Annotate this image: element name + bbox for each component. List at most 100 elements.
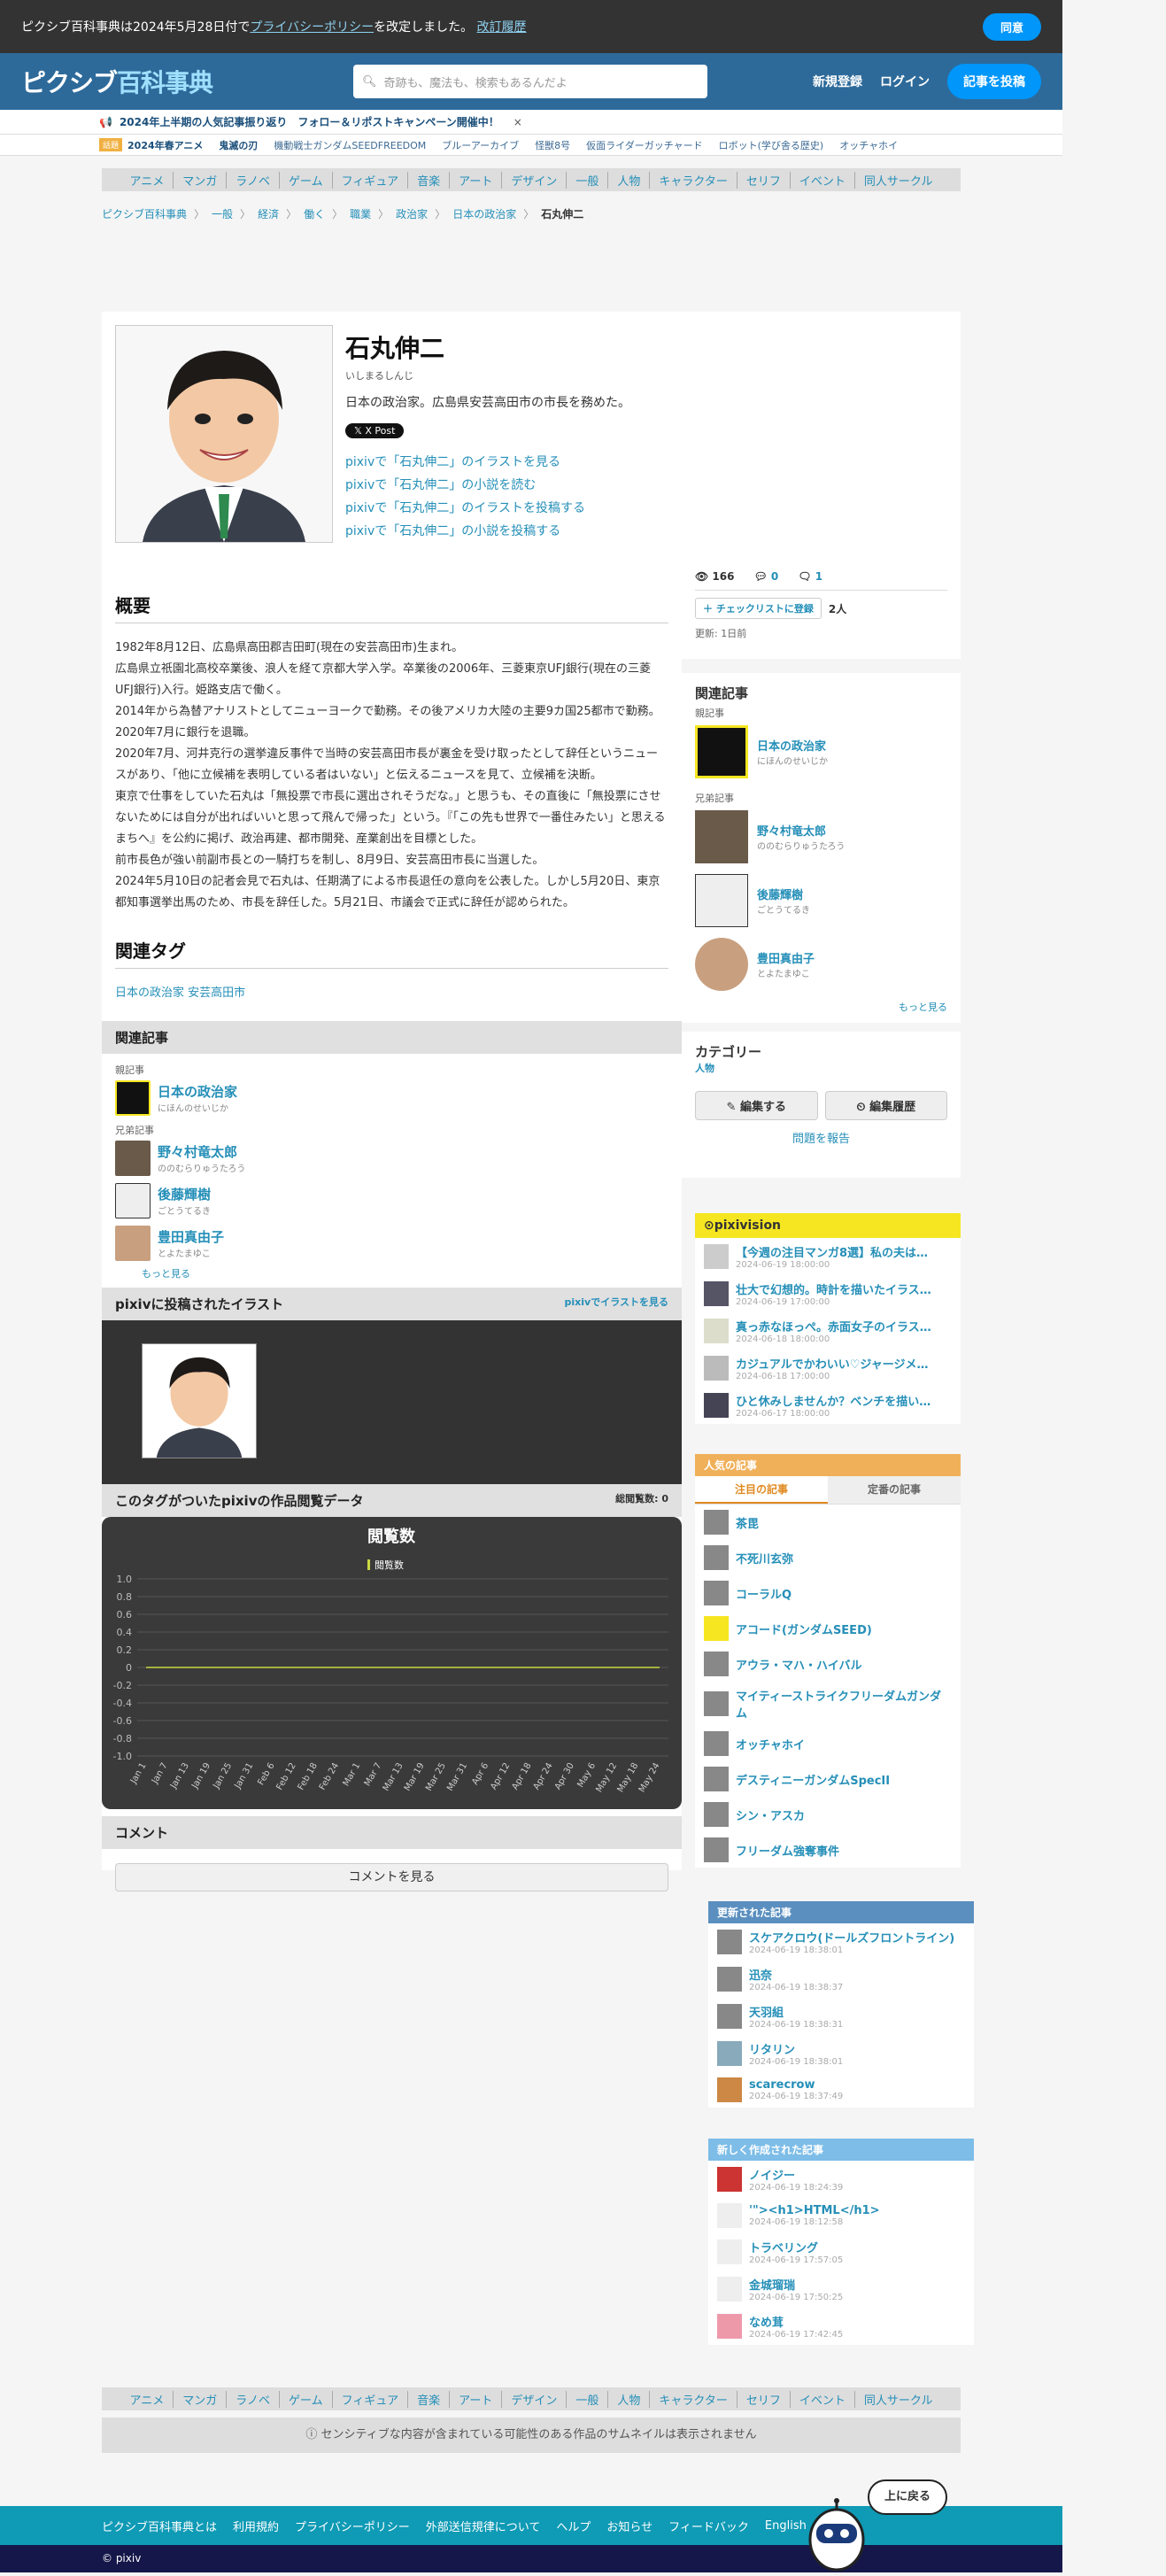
tab-featured[interactable]: 注目の記事 xyxy=(695,1476,828,1504)
footer-link[interactable]: ヘルプ xyxy=(556,2518,591,2534)
popular-item[interactable]: 不死川玄弥 xyxy=(695,1540,961,1575)
related-parent[interactable]: 日本の政治家 にほんのせいじか xyxy=(115,1080,668,1116)
pixivision-item[interactable]: カジュアルでかわいい♡ジャージメ… 2024-06-18 17:00:00 xyxy=(695,1350,961,1387)
popular-item[interactable]: シン・アスカ xyxy=(695,1797,961,1832)
pixiv-stat[interactable]: 🗨 1 xyxy=(798,570,822,583)
updated-item[interactable]: リタリン 2024-06-19 18:38:01 xyxy=(708,2035,974,2072)
edit-history-button[interactable]: ⏲ 編集履歴 xyxy=(824,1091,947,1120)
search-input[interactable]: 🔍︎ 奇跡も、魔法も、検索もあるんだよ xyxy=(353,65,707,98)
close-icon[interactable]: × xyxy=(514,116,522,128)
privacy-policy-link[interactable]: プライバシーポリシー xyxy=(250,20,374,35)
pixiv-illust-view-link[interactable]: pixivでイラストを見る xyxy=(565,1295,668,1313)
crumb-link[interactable]: ピクシブ百科事典 xyxy=(102,206,187,221)
popular-item[interactable]: コーラルQ xyxy=(695,1575,961,1611)
cat-link[interactable]: アート xyxy=(450,171,503,189)
view-comments-button[interactable]: コメントを見る xyxy=(115,1863,668,1891)
pixivision-item[interactable]: ひと休みしませんか？ベンチを描い… 2024-06-17 18:00:00 xyxy=(695,1387,961,1424)
crumb-link[interactable]: 経済 xyxy=(258,206,279,221)
popular-item[interactable]: アウラ・マハ・ハイバル xyxy=(695,1646,961,1682)
updated-item[interactable]: 迅奈 2024-06-19 18:38:37 xyxy=(708,1961,974,1998)
cat-link[interactable]: アニメ xyxy=(120,171,174,189)
cat-link[interactable]: 同人サークル xyxy=(855,172,942,189)
pixiv-novel-link[interactable]: pixivで「石丸伸二」の小説を読む xyxy=(345,476,630,493)
updated-item[interactable]: スケアクロウ(ドールズフロントライン) 2024-06-19 18:38:01 xyxy=(708,1923,974,1961)
cat-link[interactable]: ゲーム xyxy=(280,2390,333,2408)
illust-thumbnail[interactable] xyxy=(142,1343,257,1458)
cat-link[interactable]: 同人サークル xyxy=(855,2391,942,2408)
trending-item[interactable]: 機動戦士ガンダムSEEDFREEDOM xyxy=(274,138,426,152)
new-article-item[interactable]: なめ茸 2024-06-19 17:42:45 xyxy=(708,2308,974,2345)
new-article-item[interactable]: ノイジー 2024-06-19 18:24:39 xyxy=(708,2161,974,2198)
cat-link[interactable]: フィギュア xyxy=(333,171,409,189)
related-sibling[interactable]: 豊田真由子 とよたまゆこ xyxy=(115,1226,381,1261)
side-related-sibling[interactable]: 豊田真由子 とよたまゆこ xyxy=(682,932,961,996)
related-sibling[interactable]: 野々村竜太郎 ののむらりゅうたろう xyxy=(115,1141,381,1176)
footer-link[interactable]: 外部送信規律について xyxy=(426,2518,541,2534)
popular-item[interactable]: アコード(ガンダムSEED) xyxy=(695,1611,961,1646)
cat-link[interactable]: デザイン xyxy=(502,171,568,189)
cat-link[interactable]: デザイン xyxy=(502,2390,568,2408)
popular-item[interactable]: オッチャホイ xyxy=(695,1726,961,1761)
cat-link[interactable]: アート xyxy=(450,2390,503,2408)
new-article-item[interactable]: トラベリング 2024-06-19 17:57:05 xyxy=(708,2233,974,2270)
cat-link[interactable]: フィギュア xyxy=(333,2390,409,2408)
crumb-link[interactable]: 政治家 xyxy=(396,206,428,221)
pixiv-post-novel-link[interactable]: pixivで「石丸伸二」の小説を投稿する xyxy=(345,522,630,539)
crumb-link[interactable]: 働く xyxy=(304,206,325,221)
cat-link[interactable]: イベント xyxy=(791,171,855,189)
trending-item[interactable]: 仮面ライダーガッチャード xyxy=(586,138,702,152)
cat-link[interactable]: 一般 xyxy=(567,2390,609,2408)
popular-item[interactable]: マイティーストライクフリーダムガンダム xyxy=(695,1682,961,1726)
crumb-link[interactable]: 職業 xyxy=(350,206,371,221)
trending-item[interactable]: ブルーアーカイブ xyxy=(442,138,519,152)
side-related-sibling[interactable]: 後藤輝樹 ごとうてるき xyxy=(682,869,961,932)
pixivision-item[interactable]: 真っ赤なほっぺ。赤面女子のイラス… 2024-06-18 18:00:00 xyxy=(695,1312,961,1350)
footer-link[interactable]: プライバシーポリシー xyxy=(295,2518,410,2534)
more-link[interactable]: もっと見る xyxy=(142,1266,682,1280)
crumb-link[interactable]: 一般 xyxy=(212,206,233,221)
cat-link[interactable]: ラノベ xyxy=(227,171,280,189)
side-more-link[interactable]: もっと見る xyxy=(682,996,961,1017)
trending-item[interactable]: ロボット(学び舎る歴史) xyxy=(719,138,824,152)
crumb-link[interactable]: 日本の政治家 xyxy=(452,206,516,221)
site-logo[interactable]: ピクシブ百科事典 xyxy=(21,64,353,99)
edit-button[interactable]: ✎ 編集する xyxy=(695,1091,818,1120)
cat-link[interactable]: ラノベ xyxy=(227,2390,280,2408)
side-related-sibling[interactable]: 野々村竜太郎 ののむらりゅうたろう xyxy=(682,805,961,869)
related-sibling[interactable]: 後藤輝樹 ごとうてるき xyxy=(115,1183,381,1218)
revision-history-link[interactable]: 改訂履歴 xyxy=(477,20,527,35)
post-article-button[interactable]: 記事を投稿 xyxy=(947,64,1041,99)
footer-link[interactable]: フィードバック xyxy=(668,2518,749,2534)
cat-link[interactable]: マンガ xyxy=(174,171,228,189)
pixiv-illust-link[interactable]: pixivで「石丸伸二」のイラストを見る xyxy=(345,453,630,470)
cat-link[interactable]: 一般 xyxy=(567,171,609,189)
cat-link[interactable]: 音楽 xyxy=(408,2390,451,2408)
pixiv-post-illust-link[interactable]: pixivで「石丸伸二」のイラストを投稿する xyxy=(345,499,630,516)
new-article-item[interactable]: 金城瑠瑞 2024-06-19 17:50:25 xyxy=(708,2270,974,2308)
updated-item[interactable]: 天羽組 2024-06-19 18:38:31 xyxy=(708,1998,974,2035)
cat-link[interactable]: ゲーム xyxy=(280,171,333,189)
popular-item[interactable]: フリーダム強奪事件 xyxy=(695,1832,961,1868)
category-value[interactable]: 人物 xyxy=(695,1063,714,1074)
tag-link[interactable]: 安芸高田市 xyxy=(188,986,245,1000)
new-article-item[interactable]: '"><h1>HTML</h1> 2024-06-19 18:12:58 xyxy=(708,2198,974,2233)
cat-link[interactable]: 人物 xyxy=(608,2390,651,2408)
x-post-button[interactable]: 𝕏 X Post xyxy=(345,423,405,438)
footer-link[interactable]: お知らせ xyxy=(606,2518,652,2534)
back-to-top-button[interactable]: 上に戻る xyxy=(868,2479,947,2515)
checklist-button[interactable]: ＋ チェックリストに登録 xyxy=(695,598,822,619)
tab-classic[interactable]: 定番の記事 xyxy=(828,1476,961,1504)
cat-link[interactable]: 人物 xyxy=(608,171,651,189)
cat-link[interactable]: アニメ xyxy=(120,2390,174,2408)
popular-item[interactable]: デスティニーガンダムSpecII xyxy=(695,1761,961,1797)
cat-link[interactable]: マンガ xyxy=(174,2390,228,2408)
cat-link[interactable]: セリフ xyxy=(737,171,791,189)
comments-stat[interactable]: 💬︎ 0 xyxy=(753,570,778,583)
trending-item[interactable]: 2024年春アニメ xyxy=(127,138,203,152)
footer-link[interactable]: ピクシブ百科事典とは xyxy=(102,2518,217,2534)
login-link[interactable]: ログイン xyxy=(880,73,930,90)
cat-link[interactable]: セリフ xyxy=(737,2390,791,2408)
trending-item[interactable]: 怪獣8号 xyxy=(535,138,570,152)
updated-item[interactable]: scarecrow 2024-06-19 18:37:49 xyxy=(708,2072,974,2108)
trending-item[interactable]: 鬼滅の刃 xyxy=(219,138,258,152)
